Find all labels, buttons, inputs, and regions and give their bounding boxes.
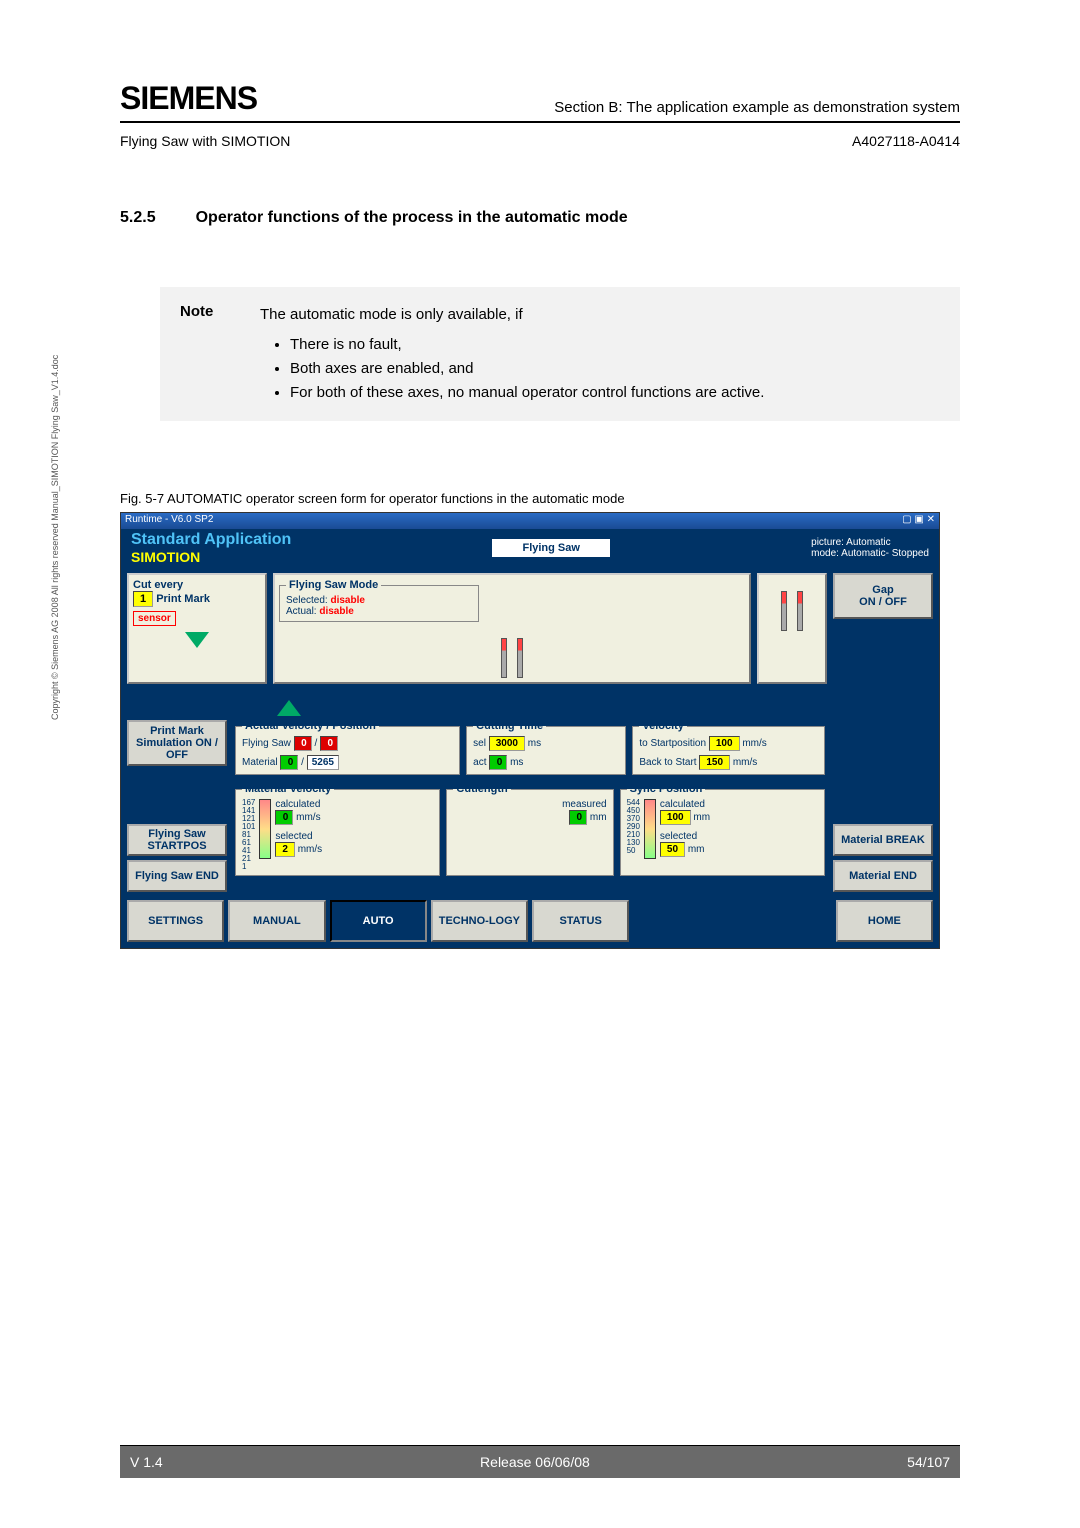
to-start-label: to Startposition xyxy=(639,738,706,749)
gap-onoff-button[interactable]: GapON / OFF xyxy=(833,573,933,619)
auto-button[interactable]: AUTO xyxy=(330,900,427,942)
fs-end-button[interactable]: Flying Saw END xyxy=(127,860,227,892)
window-controls-icon[interactable]: ▢ ▣ ✕ xyxy=(902,514,935,528)
technology-button[interactable]: TECHNO-LOGY xyxy=(431,900,528,942)
ct-act-label: act xyxy=(473,757,486,768)
mms-unit: mm/s xyxy=(742,738,766,749)
avp-fs-label: Flying Saw xyxy=(242,738,291,749)
sp-unit: mm xyxy=(693,812,710,823)
bar-indicator xyxy=(501,638,507,678)
to-start-value[interactable]: 100 xyxy=(709,736,740,751)
section-title: Operator functions of the process in the… xyxy=(196,209,628,227)
doc-number: A4027118-A0414 xyxy=(852,133,960,149)
selected-label: Selected: xyxy=(286,595,328,606)
mv-title: Material Velocity xyxy=(242,783,334,795)
page-footer: V 1.4 Release 06/06/08 54/107 xyxy=(120,1445,960,1478)
ct-sel-unit: ms xyxy=(528,738,541,749)
footer-version: V 1.4 xyxy=(130,1454,163,1470)
note-bullet: For both of these axes, no manual operat… xyxy=(290,381,764,405)
copyright-text: Copyright © Siemens AG 2008 All rights r… xyxy=(50,355,60,720)
sp-tick: 50 xyxy=(627,847,640,855)
avp-fs-p: 0 xyxy=(320,736,338,751)
window-title: Runtime - V6.0 SP2 xyxy=(125,514,213,528)
material-end-button[interactable]: Material END xyxy=(833,860,933,892)
hmi-screenshot: Runtime - V6.0 SP2 ▢ ▣ ✕ Standard Applic… xyxy=(120,512,940,949)
sp-calc-label: calculated xyxy=(660,799,710,810)
mv-calc-value: 0 xyxy=(275,810,293,825)
material-break-button[interactable]: Material BREAK xyxy=(833,824,933,856)
mv-gauge xyxy=(259,799,271,859)
status-button[interactable]: STATUS xyxy=(532,900,629,942)
triangle-up-icon xyxy=(277,700,301,716)
selected-value: disable xyxy=(330,595,364,606)
ct-sel-value[interactable]: 3000 xyxy=(489,736,525,751)
mv-unit: mm/s xyxy=(296,812,320,823)
printmark-sim-button[interactable]: Print Mark Simulation ON / OFF xyxy=(127,720,227,766)
bar-indicator xyxy=(781,591,787,631)
cl-meas-value: 0 xyxy=(569,810,587,825)
mms-unit: mm/s xyxy=(733,757,757,768)
mv-tick: 1 xyxy=(242,863,255,871)
footer-page: 54/107 xyxy=(907,1454,950,1470)
section-header: Section B: The application example as de… xyxy=(554,98,960,118)
ct-sel-label: sel xyxy=(473,738,486,749)
print-mark-label: Print Mark xyxy=(156,593,210,605)
screen-title: Flying Saw xyxy=(492,539,609,557)
mv-unit: mm/s xyxy=(298,844,322,855)
sp-gauge xyxy=(644,799,656,859)
figure-caption: Fig. 5-7 AUTOMATIC operator screen form … xyxy=(120,491,960,506)
avp-fs-v: 0 xyxy=(294,736,312,751)
sensor-badge: sensor xyxy=(133,611,176,626)
note-label: Note xyxy=(180,303,230,405)
fs-startpos-button[interactable]: Flying Saw STARTPOS xyxy=(127,824,227,856)
cl-meas-label: measured xyxy=(562,799,606,810)
note-bullet: Both axes are enabled, and xyxy=(290,357,764,381)
mv-sel-label: selected xyxy=(275,831,322,842)
section-number: 5.2.5 xyxy=(120,209,156,227)
mv-sel-value[interactable]: 2 xyxy=(275,842,295,857)
cl-title: Cutlength xyxy=(453,783,510,795)
ct-act-value: 0 xyxy=(489,755,507,770)
avp-mat-label: Material xyxy=(242,757,278,768)
velocity-title: Velocity xyxy=(639,720,687,732)
bar-indicator xyxy=(517,638,523,678)
actual-value: disable xyxy=(319,606,353,617)
fs-mode-title: Flying Saw Mode xyxy=(286,579,381,591)
picture-label: picture: Automatic xyxy=(811,537,929,548)
note-intro: The automatic mode is only available, if xyxy=(260,303,764,327)
back-start-label: Back to Start xyxy=(639,757,696,768)
cut-every-panel: Cut every 1 Print Mark sensor xyxy=(127,573,267,684)
sp-calc-value[interactable]: 100 xyxy=(660,810,691,825)
home-button[interactable]: HOME xyxy=(836,900,933,942)
avp-mat-p: 5265 xyxy=(307,755,339,770)
sp-sel-value[interactable]: 50 xyxy=(660,842,685,857)
actual-label: Actual: xyxy=(286,606,317,617)
doc-title-left: Flying Saw with SIMOTION xyxy=(120,133,290,149)
sp-sel-label: selected xyxy=(660,831,710,842)
bar-indicator xyxy=(797,591,803,631)
avp-mat-v: 0 xyxy=(280,755,298,770)
ct-act-unit: ms xyxy=(510,757,523,768)
mv-calc-label: calculated xyxy=(275,799,322,810)
cutting-time-title: Cutting Time xyxy=(473,720,546,732)
avp-title: Actual Velocity / Position xyxy=(242,720,379,732)
cl-unit: mm xyxy=(590,812,607,823)
cut-every-label: Cut every xyxy=(133,579,261,591)
note-bullet: There is no fault, xyxy=(290,333,764,357)
app-name: Standard Application xyxy=(131,531,291,549)
product-name: SIMOTION xyxy=(131,549,291,565)
triangle-down-icon xyxy=(185,632,209,648)
sp-unit: mm xyxy=(688,844,705,855)
mode-label: mode: Automatic- Stopped xyxy=(811,548,929,559)
settings-button[interactable]: SETTINGS xyxy=(127,900,224,942)
manual-button[interactable]: MANUAL xyxy=(228,900,325,942)
sp-title: Sync Position xyxy=(627,783,706,795)
footer-release: Release 06/06/08 xyxy=(480,1454,590,1470)
back-start-value[interactable]: 150 xyxy=(699,755,730,770)
cut-every-value[interactable]: 1 xyxy=(133,591,153,607)
note-block: Note The automatic mode is only availabl… xyxy=(160,287,960,421)
siemens-logo: SIEMENS xyxy=(120,80,257,117)
